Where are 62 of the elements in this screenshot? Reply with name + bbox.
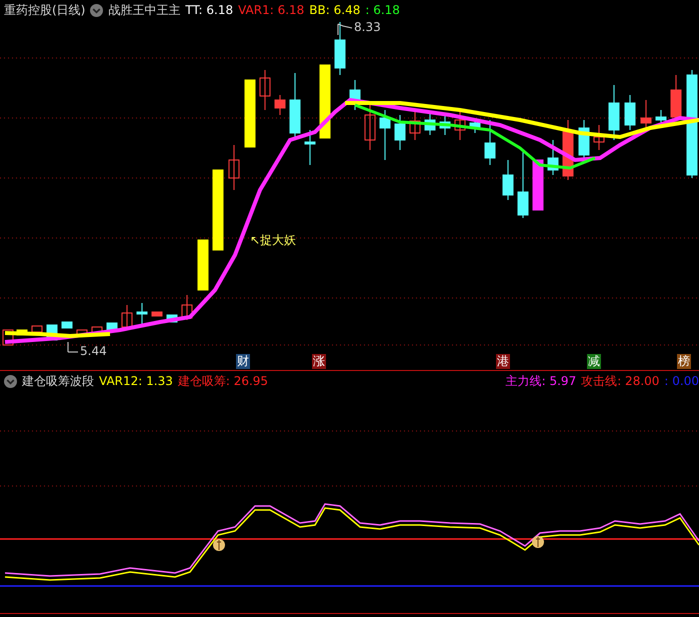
low-price-label: 5.44 <box>80 344 107 358</box>
candlestick <box>380 110 390 160</box>
candlestick <box>62 322 72 328</box>
indicator-value: : 6.18 <box>365 3 400 17</box>
candlestick <box>334 22 346 76</box>
candlestick <box>394 114 406 150</box>
candlestick <box>92 326 102 334</box>
candlestick <box>624 94 636 130</box>
event-tag[interactable]: 财 <box>236 354 250 369</box>
candlestick <box>76 330 88 336</box>
indicator-value: VAR1: 6.18 <box>238 3 304 17</box>
indicator-name: 建仓吸筹波段 <box>22 372 94 390</box>
indicator-value: 主力线: 5.97 <box>506 372 576 390</box>
indicator-value: 建仓吸筹: 26.95 <box>178 372 268 390</box>
candlestick <box>454 110 466 140</box>
indicator-name: 战胜王中王主 <box>108 2 180 18</box>
candlestick <box>502 160 514 200</box>
candlestick <box>608 84 620 140</box>
candlestick <box>532 160 544 210</box>
event-tag[interactable]: 涨 <box>312 354 326 369</box>
candlestick <box>656 110 666 126</box>
candlestick <box>182 294 192 320</box>
candlestick <box>136 302 148 326</box>
event-tag[interactable]: 减 <box>587 354 601 369</box>
indicator-value: TT: 6.18 <box>185 3 234 17</box>
candlestick <box>244 80 256 148</box>
candlestick <box>260 70 270 110</box>
indicator-value: VAR12: 1.33 <box>99 374 173 388</box>
leader-line <box>338 24 352 36</box>
candlestick <box>562 120 574 180</box>
candlestick <box>2 330 14 346</box>
candlestick <box>152 312 162 316</box>
indicator-value: 攻击线: 28.00 <box>581 372 660 390</box>
candlestick <box>350 80 360 110</box>
candlestick <box>440 114 450 136</box>
candlestick <box>424 112 436 136</box>
signal-label: ↖捉大妖 <box>250 232 296 249</box>
event-tag[interactable]: 榜 <box>677 354 691 369</box>
candlestick <box>484 120 496 166</box>
candlestick <box>304 130 316 166</box>
candlestick <box>32 326 42 332</box>
high-price-label: 8.33 <box>354 20 381 34</box>
candlestick <box>198 240 208 290</box>
indicator-value: : 0.00 <box>664 374 699 388</box>
candlestick <box>640 100 652 128</box>
candlestick <box>274 94 286 116</box>
candlestick <box>410 112 420 140</box>
dropdown-icon[interactable] <box>4 374 17 388</box>
candlestick <box>228 144 240 190</box>
leader-line <box>68 342 78 352</box>
candlestick <box>670 74 682 120</box>
candlestick <box>364 104 376 150</box>
candlestick <box>122 304 132 330</box>
candlestick <box>106 322 118 330</box>
indicator-value: BB: 6.48 <box>309 3 360 17</box>
candlestick <box>518 150 528 218</box>
candlestick <box>548 140 558 176</box>
candlestick <box>578 120 590 160</box>
dropdown-icon[interactable] <box>90 4 104 16</box>
stock-title: 重药控股(日线) <box>4 2 86 18</box>
event-tag[interactable]: 港 <box>496 354 510 369</box>
candlestick <box>594 124 604 150</box>
